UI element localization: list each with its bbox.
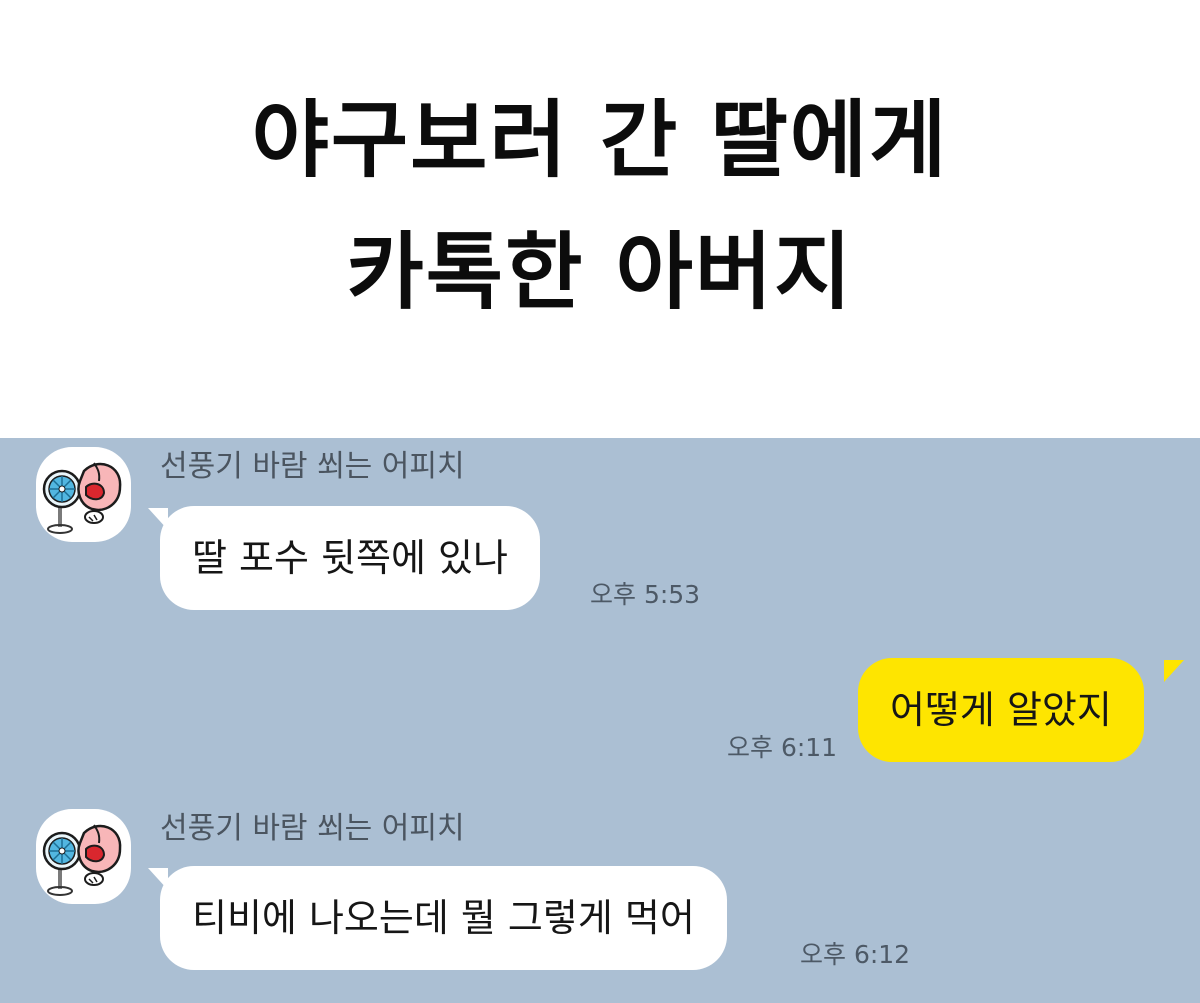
message-bubble-incoming[interactable]: 딸 포수 뒷쪽에 있나 [160, 506, 540, 610]
chat-room[interactable]: 선풍기 바람 쐬는 어피치 딸 포수 뒷쪽에 있나 오후 5:53 오후 6:1… [0, 438, 1200, 1003]
caption-title-line-1: 야구보러 간 딸에게 [251, 91, 949, 189]
sender-name: 선풍기 바람 쐬는 어피치 [160, 449, 465, 484]
caption-title-line-2: 카톡한 아버지 [346, 223, 854, 321]
message-timestamp: 오후 5:53 [590, 580, 701, 609]
message-bubble-incoming[interactable]: 티비에 나오는데 뭘 그렇게 먹어 [160, 866, 727, 970]
sender-avatar-apeach-fan-icon[interactable] [36, 447, 131, 542]
message-text: 티비에 나오는데 뭘 그렇게 먹어 [192, 896, 695, 940]
sender-avatar-apeach-fan-icon[interactable] [36, 809, 131, 904]
bubble-tail [1164, 660, 1184, 682]
message-text: 딸 포수 뒷쪽에 있나 [192, 536, 508, 580]
message-bubble-outgoing[interactable]: 어떻게 알았지 [858, 658, 1144, 762]
message-text: 어떻게 알았지 [890, 688, 1112, 732]
sender-name: 선풍기 바람 쐬는 어피치 [160, 811, 465, 846]
caption-header: 야구보러 간 딸에게 카톡한 아버지 [0, 0, 1200, 438]
message-timestamp: 오후 6:12 [800, 940, 911, 969]
message-timestamp: 오후 6:11 [727, 733, 838, 762]
